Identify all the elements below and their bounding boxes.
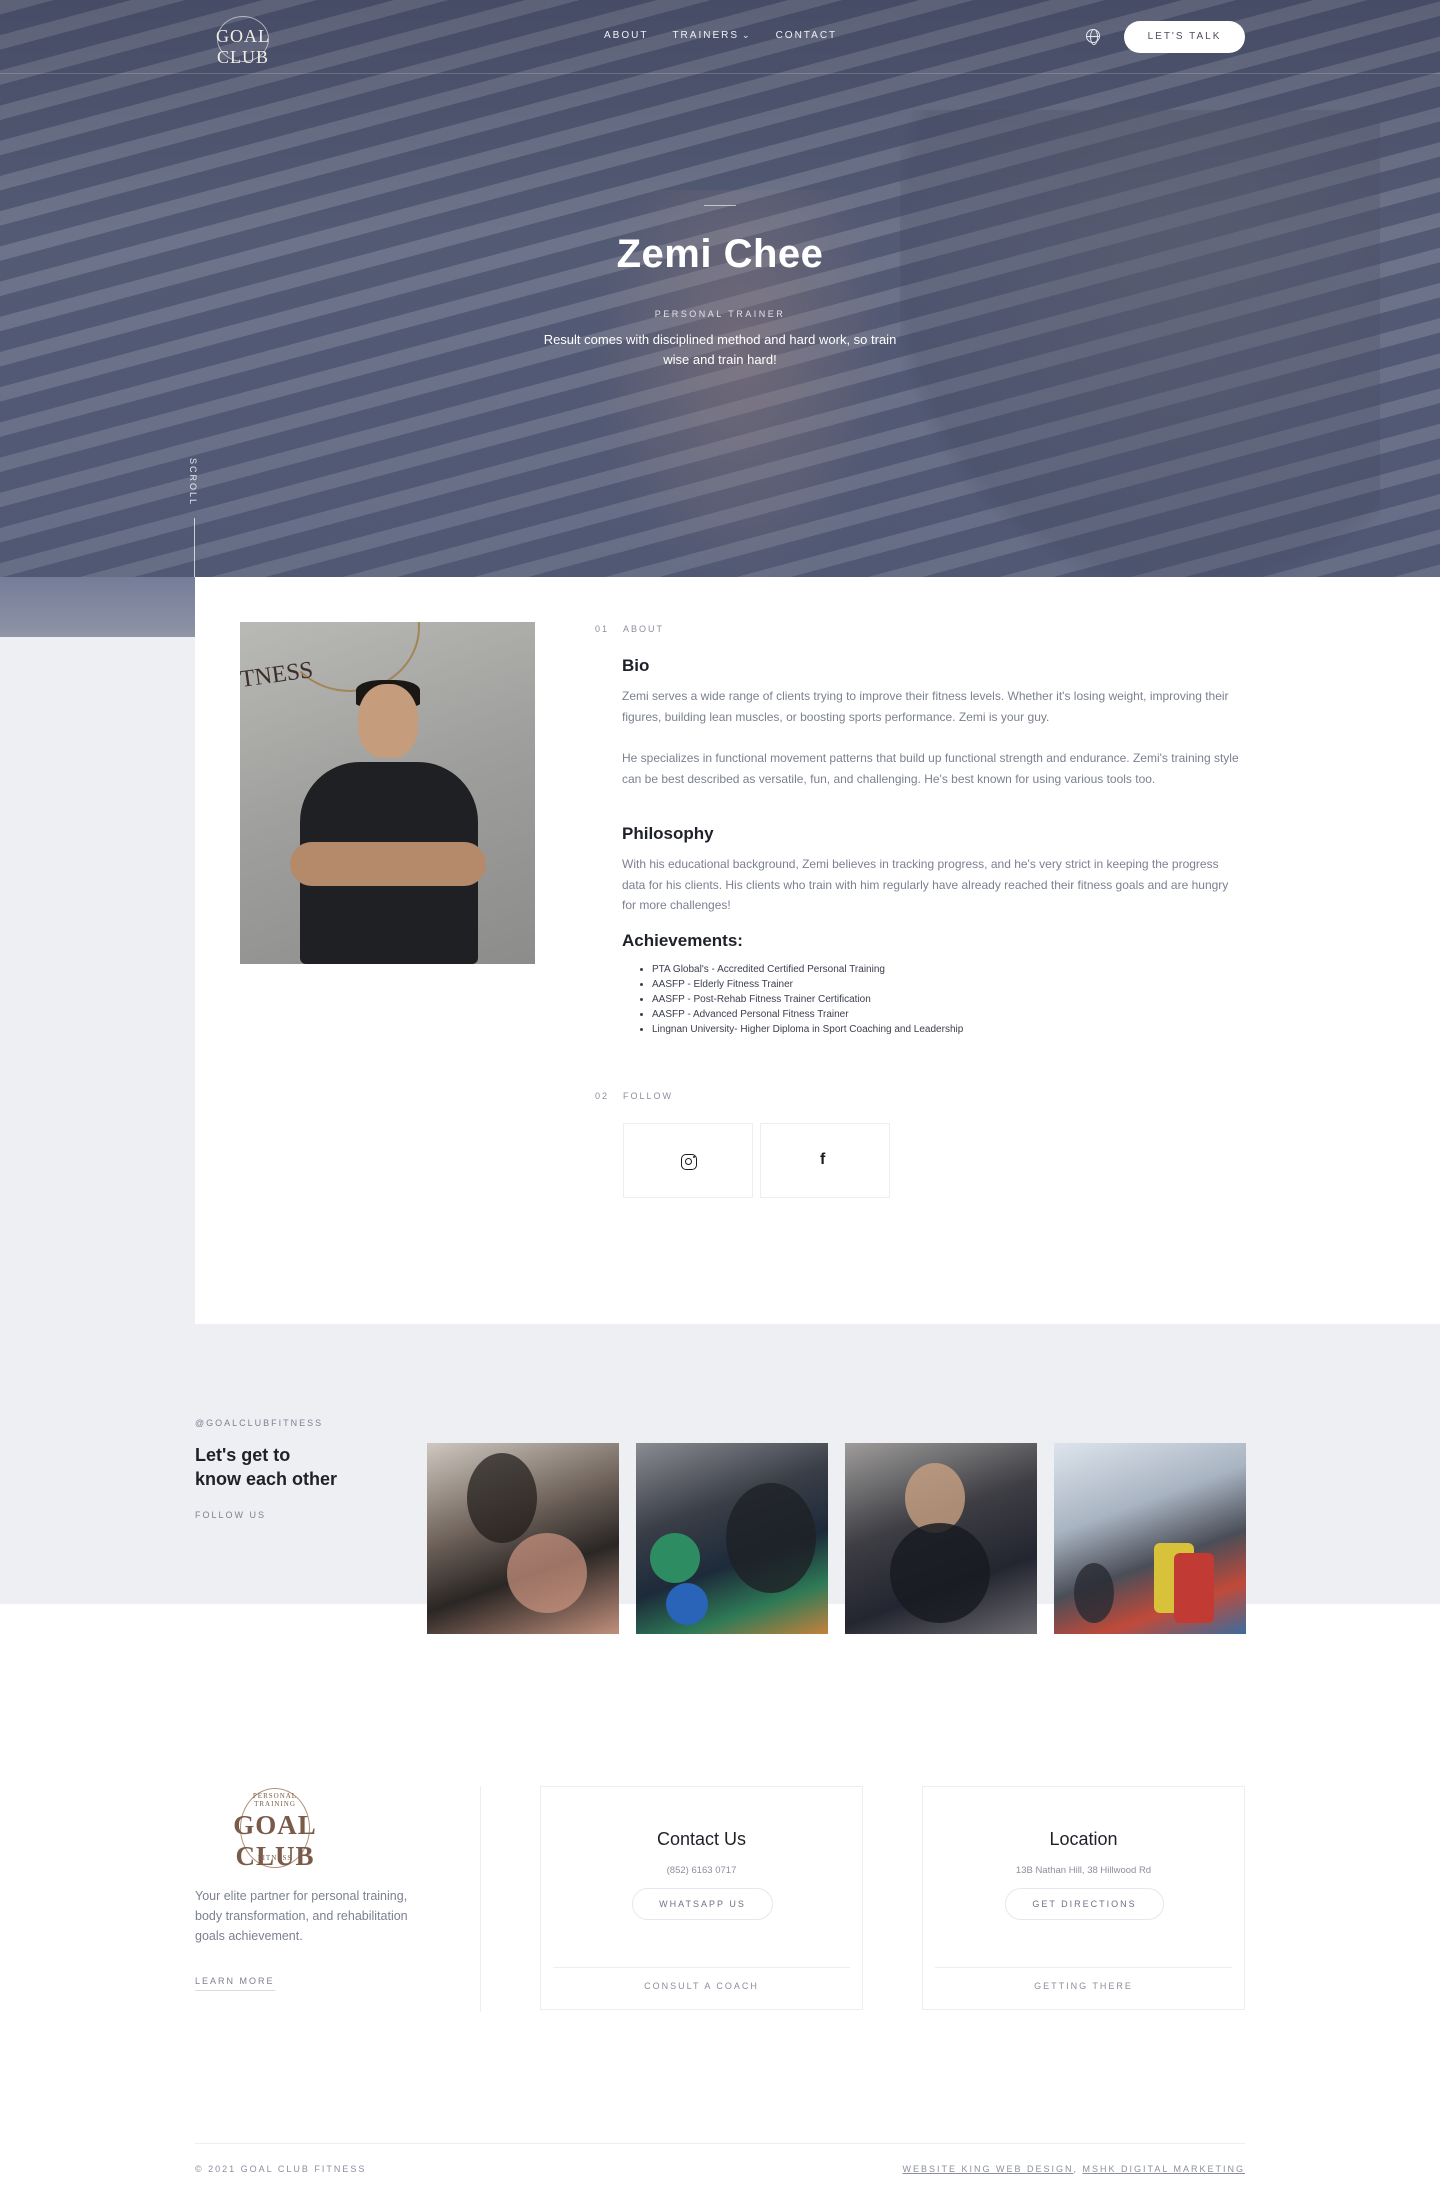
photo-figure — [890, 1523, 990, 1623]
instagram-icon — [681, 1154, 697, 1170]
instagram-photo-3[interactable] — [845, 1443, 1037, 1634]
achievements-heading: Achievements: — [622, 931, 743, 950]
get-directions-button[interactable]: GET DIRECTIONS — [1005, 1888, 1164, 1920]
scroll-line — [194, 518, 195, 577]
footer-logo-arc-bottom: FITNESS — [257, 1854, 293, 1862]
nav-link-about[interactable]: ABOUT — [604, 30, 648, 41]
footer-logo-wordmark: GOAL CLUB — [233, 1810, 317, 1871]
about-label-number: 01 — [595, 624, 610, 634]
photo-figure — [507, 1533, 587, 1613]
scroll-indicator[interactable]: SCROLL — [188, 458, 202, 577]
nav-link-trainers[interactable]: TRAINERS ⌄ — [672, 30, 751, 41]
follow-label-text: FOLLOW — [623, 1091, 674, 1101]
location-card: Location 13B Nathan Hill, 38 Hillwood Rd… — [922, 1786, 1245, 2010]
photo-weight-plate — [666, 1583, 708, 1625]
contact-title: Contact Us — [656, 1829, 747, 1849]
getting-there-link[interactable]: GETTING THERE — [923, 1981, 1244, 1991]
achievement-item: AASFP - Advanced Personal Fitness Traine… — [652, 1007, 1200, 1022]
achievement-item: AASFP - Post-Rehab Fitness Trainer Certi… — [652, 992, 1200, 1007]
instagram-handle[interactable]: @GOALCLUBFITNESS — [195, 1418, 323, 1428]
footer-credits: WEBSITE KING WEB DESIGN, MSHK DIGITAL MA… — [902, 2164, 1245, 2174]
credit-link-marketing[interactable]: MSHK DIGITAL MARKETING — [1082, 2164, 1245, 2174]
hero-divider — [704, 205, 736, 206]
achievement-item: AASFP - Elderly Fitness Trainer — [652, 977, 1200, 992]
follow-us-link[interactable]: FOLLOW US — [195, 1510, 266, 1520]
instagram-photo-2[interactable] — [636, 1443, 828, 1634]
photo-figure — [467, 1453, 537, 1543]
lets-talk-button[interactable]: LET'S TALK — [1124, 21, 1245, 53]
portrait-arms — [290, 842, 486, 886]
location-address: 13B Nathan Hill, 38 Hillwood Rd — [1015, 1865, 1152, 1876]
instagram-button[interactable] — [623, 1123, 753, 1198]
scroll-label: SCROLL — [188, 458, 198, 507]
wall-lettering: TNESS — [240, 657, 315, 693]
consult-coach-link[interactable]: CONSULT A COACH — [541, 1981, 862, 1991]
top-nav: GOAL CLUB ABOUT TRAINERS ⌄ CONTACT LET'S … — [0, 0, 1440, 74]
portrait-head — [358, 684, 418, 758]
philosophy-heading: Philosophy — [622, 824, 714, 843]
instagram-photo-4[interactable] — [1054, 1443, 1246, 1634]
facebook-button[interactable]: f — [760, 1123, 890, 1198]
photo-figure — [726, 1483, 816, 1593]
about-label: 01 ABOUT — [595, 624, 664, 634]
photo-weight-plate — [650, 1533, 700, 1583]
footer-logo-arc-top: PERSONAL TRAINING — [252, 1792, 298, 1808]
learn-more-link[interactable]: LEARN MORE — [195, 1976, 275, 1991]
bio-paragraph-2: He specializes in functional movement pa… — [622, 751, 1239, 786]
follow-label-number: 02 — [595, 1091, 610, 1101]
trainer-quote: Result comes with disciplined method and… — [543, 332, 897, 367]
trainer-role: PERSONAL TRAINER — [654, 309, 786, 319]
footer-tagline: Your elite partner for personal training… — [195, 1889, 408, 1943]
achievements-list: PTA Global's - Accredited Certified Pers… — [640, 962, 1200, 1037]
bio-paragraph-1: Zemi serves a wide range of clients tryi… — [622, 689, 1229, 724]
achievement-item: PTA Global's - Accredited Certified Pers… — [652, 962, 1200, 977]
whatsapp-button[interactable]: WHATSAPP US — [632, 1888, 773, 1920]
hero-section: GOAL CLUB ABOUT TRAINERS ⌄ CONTACT LET'S … — [0, 0, 1440, 577]
achievement-item: Lingnan University- Higher Diploma in Sp… — [652, 1022, 1200, 1037]
trainer-portrait: TNESS — [240, 622, 535, 964]
trainer-name: Zemi Chee — [616, 232, 824, 276]
card-rule — [553, 1967, 850, 1968]
contact-phone: (852) 6163 0717 — [666, 1865, 737, 1876]
nav-links: ABOUT TRAINERS ⌄ CONTACT — [604, 30, 837, 41]
photo-figure — [1074, 1563, 1114, 1623]
bio-heading: Bio — [622, 656, 650, 675]
footer-divider — [480, 1786, 481, 2012]
hero-left-extension — [0, 577, 195, 637]
footer-logo[interactable]: PERSONAL TRAINING GOAL CLUB FITNESS — [195, 1788, 355, 1871]
instagram-title: Let's get to know each other — [195, 1443, 395, 1491]
about-label-text: ABOUT — [623, 624, 665, 634]
copyright-rule — [195, 2143, 1245, 2144]
instagram-title-line-2: know each other — [195, 1469, 338, 1489]
contact-card: Contact Us (852) 6163 0717 WHATSAPP US C… — [540, 1786, 863, 2010]
globe-icon[interactable] — [1086, 29, 1100, 45]
location-title: Location — [1049, 1829, 1118, 1849]
site-logo[interactable]: GOAL CLUB — [195, 14, 291, 67]
follow-label: 02 FOLLOW — [595, 1091, 673, 1101]
nav-link-contact[interactable]: CONTACT — [776, 30, 838, 41]
photo-weight-plate — [1174, 1553, 1214, 1623]
chevron-down-icon: ⌄ — [742, 30, 752, 40]
logo-wordmark: GOAL CLUB — [216, 26, 270, 67]
copyright-text: © 2021 GOAL CLUB FITNESS — [195, 2164, 367, 2174]
instagram-title-line-1: Let's get to — [195, 1445, 291, 1465]
instagram-photo-1[interactable] — [427, 1443, 619, 1634]
hero-photo-trainer — [900, 110, 1380, 577]
philosophy-paragraph: With his educational background, Zemi be… — [622, 857, 1229, 912]
card-rule — [935, 1967, 1232, 1968]
credit-link-web-design[interactable]: WEBSITE KING WEB DESIGN — [902, 2164, 1073, 2174]
facebook-icon: f — [820, 1151, 826, 1168]
nav-link-trainers-label: TRAINERS — [672, 30, 740, 41]
